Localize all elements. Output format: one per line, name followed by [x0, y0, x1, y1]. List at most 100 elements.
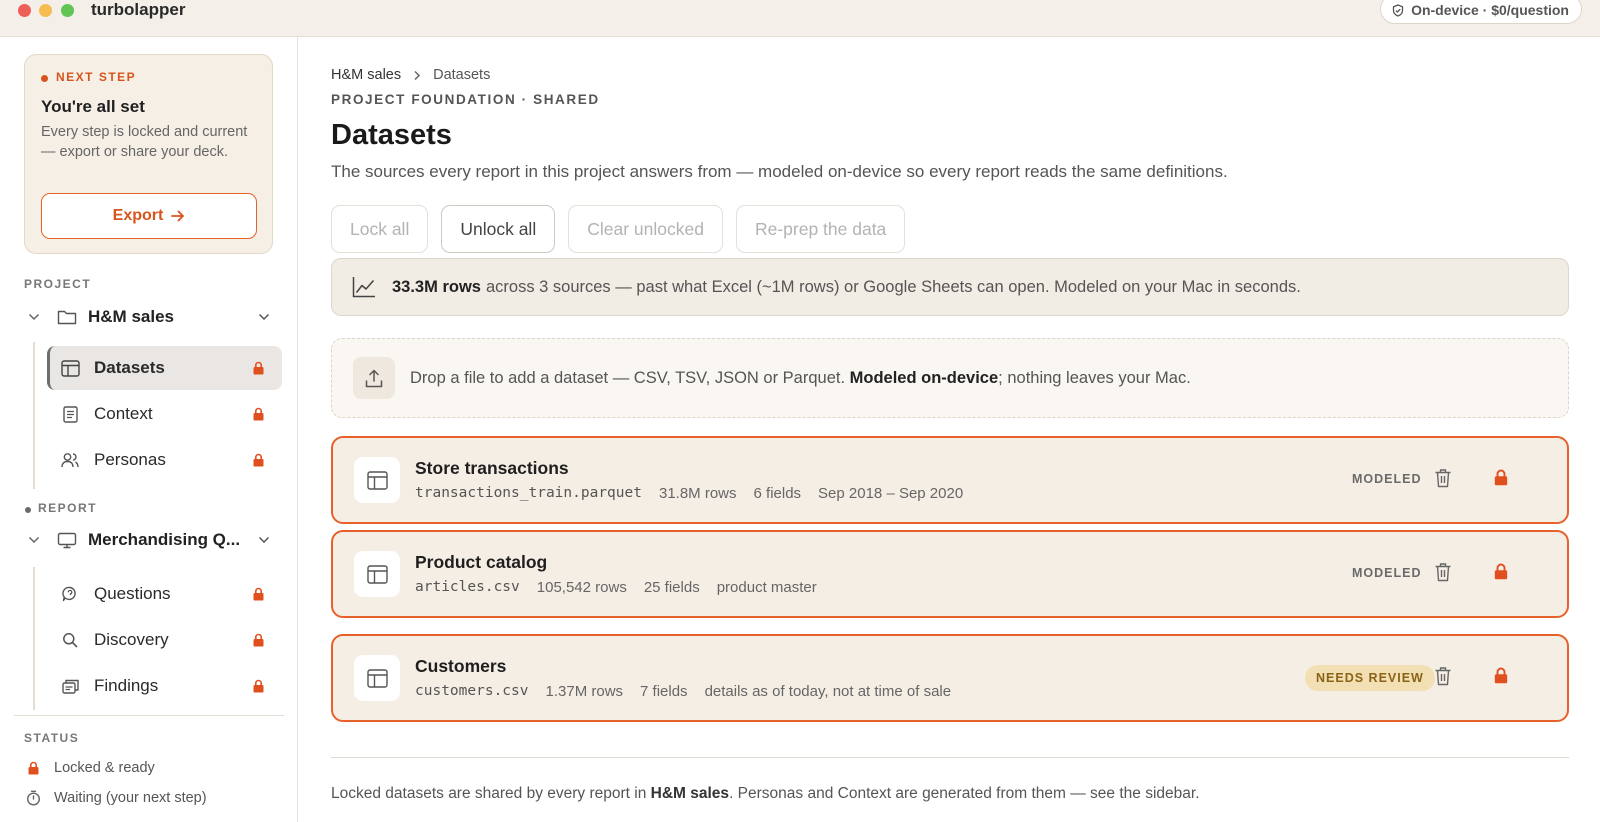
- project-group-header[interactable]: H&M sales: [24, 297, 274, 337]
- lock-icon[interactable]: [1494, 469, 1508, 486]
- dataset-file: transactions_train.parquet: [415, 485, 642, 501]
- zoom-window-button[interactable]: [61, 4, 74, 17]
- upload-icon: [353, 357, 395, 399]
- row-count-text: across 3 sources — past what Excel (~1M …: [485, 277, 1301, 296]
- dataset-file: customers.csv: [415, 683, 529, 699]
- dataset-meta: articles.csv 105,542 rows 25 fields prod…: [415, 579, 817, 596]
- page-subtitle: The sources every report in this project…: [331, 162, 1228, 181]
- footnote-project-name: H&M sales: [650, 785, 730, 802]
- chevron-down-icon[interactable]: [254, 313, 274, 321]
- export-button-label: Export: [112, 207, 164, 224]
- row-count-total: 33.3M rows: [392, 277, 481, 296]
- chevron-down-icon[interactable]: [254, 536, 274, 544]
- footnote-text-end: . Personas and Context are generated fro…: [729, 785, 1200, 802]
- status-legend-waiting: Waiting (your next step): [24, 790, 207, 806]
- dataset-fields: 6 fields: [753, 485, 802, 502]
- status-legend-locked: Locked & ready: [24, 760, 155, 776]
- drop-zone-text-end: ; nothing leaves your Mac.: [998, 368, 1191, 387]
- sidebar-item-context[interactable]: Context: [47, 392, 282, 436]
- dataset-rows: 31.8M rows: [658, 485, 737, 502]
- lock-icon[interactable]: [1494, 563, 1508, 580]
- lock-icon[interactable]: [1494, 667, 1508, 684]
- next-step-dot: [41, 75, 48, 82]
- users-icon: [58, 452, 82, 468]
- dataset-note: Sep 2018 – Sep 2020: [818, 485, 964, 502]
- clear-unlocked-button[interactable]: Clear unlocked: [568, 205, 723, 253]
- dataset-card-product-catalog[interactable]: Product catalog articles.csv 105,542 row…: [331, 530, 1569, 618]
- sidebar-item-personas[interactable]: Personas: [47, 438, 282, 482]
- folder-icon: [56, 309, 78, 325]
- lock-icon: [248, 407, 268, 421]
- chevron-right-icon: [414, 70, 421, 80]
- sidebar-item-datasets[interactable]: Datasets: [47, 346, 282, 390]
- dataset-file: articles.csv: [415, 579, 520, 595]
- project-nav-rail: [33, 342, 35, 489]
- next-step-title: You're all set: [41, 97, 145, 116]
- project-name: H&M sales: [88, 307, 174, 326]
- sidebar-item-discovery[interactable]: Discovery: [47, 618, 282, 662]
- unlock-all-button[interactable]: Unlock all: [441, 205, 556, 253]
- report-section-dot: [25, 507, 31, 513]
- report-name: Merchandising Q...: [88, 530, 241, 549]
- dataset-meta: customers.csv 1.37M rows 7 fields detail…: [415, 683, 951, 700]
- breadcrumb-current: Datasets: [433, 67, 491, 83]
- timer-icon: [24, 790, 42, 806]
- report-nav-rail: [33, 567, 35, 710]
- dataset-note: product master: [716, 579, 817, 596]
- project-section-label: PROJECT: [24, 277, 92, 291]
- lock-icon: [248, 587, 268, 601]
- arrow-right-icon: [171, 210, 185, 222]
- dataset-name: Product catalog: [415, 552, 548, 572]
- table-icon: [354, 551, 400, 597]
- lock-icon: [248, 633, 268, 647]
- chevron-down-icon[interactable]: [24, 536, 44, 544]
- status-badge: MODELED: [1352, 472, 1422, 486]
- lock-icon: [248, 453, 268, 467]
- next-step-body: Every step is locked and current — expor…: [41, 124, 248, 160]
- trash-icon[interactable]: [1434, 562, 1452, 582]
- dataset-meta: transactions_train.parquet 31.8M rows 6 …: [415, 485, 963, 502]
- status-legend-label: Waiting (your next step): [54, 790, 207, 806]
- table-icon: [354, 655, 400, 701]
- drop-zone-text: Drop a file to add a dataset — CSV, TSV,…: [410, 368, 846, 387]
- trash-icon[interactable]: [1434, 468, 1452, 488]
- minimize-window-button[interactable]: [39, 4, 52, 17]
- dataset-name: Store transactions: [415, 458, 569, 478]
- chevron-down-icon[interactable]: [24, 313, 44, 321]
- chat-icon: [58, 586, 82, 602]
- dataset-rows: 1.37M rows: [545, 683, 624, 700]
- sidebar: NEXT STEP You're all set Every step is l…: [0, 37, 298, 822]
- status-badge: MODELED: [1352, 566, 1422, 580]
- content-divider: [331, 757, 1569, 758]
- export-button[interactable]: Export: [41, 193, 257, 239]
- footnote: Locked datasets are shared by every repo…: [331, 785, 1200, 803]
- sidebar-item-label: Datasets: [94, 358, 165, 377]
- re-prep-data-button[interactable]: Re-prep the data: [735, 205, 906, 253]
- report-group-header[interactable]: Merchandising Q...: [24, 520, 274, 560]
- lock-all-button[interactable]: Lock all: [331, 205, 429, 253]
- sidebar-item-label: Questions: [94, 584, 171, 603]
- document-icon: [58, 405, 82, 423]
- trash-icon[interactable]: [1434, 666, 1452, 686]
- page-eyebrow: PROJECT FOUNDATION · SHARED: [331, 92, 600, 107]
- dataset-note: details as of today, not at time of sale: [704, 683, 952, 700]
- sidebar-item-questions[interactable]: Questions: [47, 572, 282, 616]
- lock-icon: [24, 761, 42, 775]
- line-chart-icon: [352, 276, 378, 298]
- dataset-card-customers[interactable]: Customers customers.csv 1.37M rows 7 fie…: [331, 634, 1569, 722]
- needs-review-badge: NEEDS REVIEW: [1305, 665, 1435, 691]
- on-device-badge[interactable]: On-device · $0/question: [1380, 0, 1582, 24]
- file-drop-zone[interactable]: Drop a file to add a dataset — CSV, TSV,…: [331, 338, 1569, 418]
- page-title: Datasets: [331, 119, 452, 151]
- table-icon: [58, 359, 82, 377]
- breadcrumb-project-link[interactable]: H&M sales: [331, 67, 401, 83]
- dataset-card-store-transactions[interactable]: Store transactions transactions_train.pa…: [331, 436, 1569, 524]
- sidebar-item-label: Findings: [94, 676, 159, 695]
- title-bar: turbolapper On-device · $0/question: [0, 0, 1600, 37]
- close-window-button[interactable]: [18, 4, 31, 17]
- drop-zone-emphasis: Modeled on-device: [849, 368, 999, 387]
- search-icon: [58, 632, 82, 648]
- sidebar-item-findings[interactable]: Findings: [47, 664, 282, 708]
- slides-icon: [58, 679, 82, 694]
- monitor-icon: [56, 532, 78, 549]
